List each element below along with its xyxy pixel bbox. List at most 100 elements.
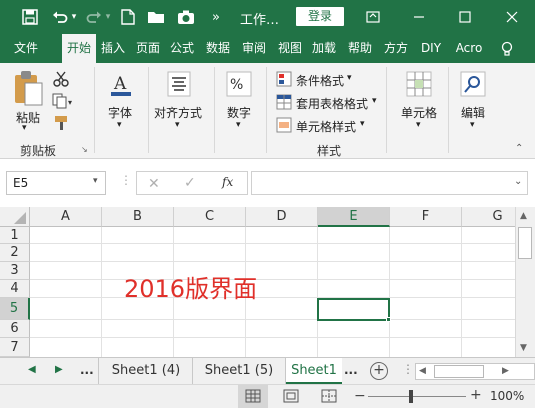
clipboard-launcher-icon[interactable]: ↘ [81,145,88,154]
search-icon[interactable] [460,71,486,97]
close-icon[interactable] [489,0,535,34]
tab-review[interactable]: 审阅 [238,34,270,63]
alignment-icon[interactable] [167,71,191,97]
editing-dropdown-icon[interactable]: ▾ [470,120,475,130]
zoom-in-icon[interactable]: + [470,387,482,403]
undo-icon[interactable] [50,7,70,27]
name-box[interactable]: E5 [6,171,106,195]
scroll-up-icon[interactable]: ▲ [520,211,527,221]
login-button[interactable]: 登录 [296,7,344,26]
undo-dropdown-icon[interactable]: ▾ [68,7,80,27]
number-label[interactable]: 数字 [227,104,251,121]
font-label[interactable]: 字体 [108,104,132,121]
tab-data[interactable]: 数据 [202,34,234,63]
normal-view-button[interactable] [238,385,268,408]
cell-styles-icon[interactable] [276,117,292,133]
sheet-tab[interactable]: Sheet1 (4) [100,358,192,384]
collapse-ribbon-icon[interactable]: ⌃ [515,143,523,154]
enter-icon[interactable]: ✓ [184,175,196,191]
insert-function-icon[interactable]: fx [222,175,233,189]
sheet-tab-active[interactable]: Sheet1 [286,358,342,384]
cells-label[interactable]: 单元格 [401,104,437,121]
scroll-thumb[interactable] [518,227,532,259]
paste-label[interactable]: 粘贴 [16,109,40,126]
row-header[interactable]: 2 [0,244,30,262]
row-header[interactable]: 3 [0,262,30,280]
tab-insert[interactable]: 插入 [98,34,128,63]
column-header[interactable]: D [246,207,318,227]
conditional-formatting-icon[interactable] [276,71,292,87]
fill-handle[interactable] [386,317,391,322]
copy-icon[interactable]: ▾ [52,93,74,109]
add-sheet-icon[interactable]: + [370,362,388,380]
redo-dropdown-icon[interactable]: ▾ [102,7,114,27]
cell-styles-dropdown-icon[interactable]: ▾ [360,119,365,129]
format-as-table-button[interactable]: 套用表格格式 [296,95,368,112]
format-painter-icon[interactable] [54,115,72,131]
paste-icon[interactable] [12,69,46,109]
save-icon[interactable] [20,7,40,27]
row-header[interactable]: 7 [0,338,30,357]
font-icon[interactable]: A [108,71,134,99]
zoom-slider-thumb[interactable] [409,390,413,403]
minimize-icon[interactable] [396,0,442,34]
tab-page-layout[interactable]: 页面 [132,34,164,63]
selected-cell[interactable] [317,298,390,321]
row-header-selected[interactable]: 5 [0,298,30,320]
column-header[interactable]: F [390,207,462,227]
row-header[interactable]: 6 [0,320,30,338]
sheet-ellipsis-left[interactable]: ... [80,363,94,377]
scroll-left-icon[interactable]: ◀ [419,366,426,376]
tab-view[interactable]: 视图 [274,34,306,63]
prev-sheet-icon[interactable]: ◀ [28,364,36,375]
row-header[interactable]: 1 [0,227,30,244]
scroll-down-icon[interactable]: ▼ [520,343,527,353]
format-as-table-icon[interactable] [276,94,292,110]
conditional-formatting-button[interactable]: 条件格式 [296,72,344,89]
select-all-corner[interactable] [0,207,30,227]
tab-acrobat[interactable]: Acro [452,34,486,63]
maximize-icon[interactable] [442,0,488,34]
camera-icon[interactable] [176,7,196,27]
zoom-level[interactable]: 100% [490,389,524,403]
new-file-icon[interactable] [118,7,138,27]
page-break-view-button[interactable] [314,385,344,408]
column-header-selected[interactable]: E [318,207,390,227]
formula-input[interactable] [251,171,528,195]
column-header[interactable]: A [30,207,102,227]
next-sheet-icon[interactable]: ▶ [55,364,63,375]
tab-fangfang[interactable]: 方方 [380,34,412,63]
zoom-out-icon[interactable]: − [354,388,366,404]
customize-quick-access-icon[interactable]: » [206,7,226,27]
font-dropdown-icon[interactable]: ▾ [117,120,122,130]
tab-file[interactable]: 文件 [6,34,46,63]
page-layout-view-button[interactable] [276,385,306,408]
horizontal-scroll-grip-icon[interactable]: ⋮ [402,362,414,376]
cells-icon[interactable] [406,71,432,97]
cells-dropdown-icon[interactable]: ▾ [416,120,421,130]
tab-diy[interactable]: DIY [414,34,448,63]
row-header[interactable]: 4 [0,280,30,298]
horizontal-scroll-thumb[interactable] [434,365,484,378]
scroll-right-icon[interactable]: ▶ [502,366,509,376]
tab-home[interactable]: 开始 [62,34,96,63]
open-folder-icon[interactable] [146,7,166,27]
expand-formula-bar-icon[interactable]: ⌄ [514,176,522,187]
sheet-tab[interactable]: Sheet1 (5) [193,358,285,384]
cancel-icon[interactable]: ✕ [148,176,160,192]
editing-label[interactable]: 编辑 [461,104,485,121]
number-format-icon[interactable]: % [226,71,252,97]
cell-styles-button[interactable]: 单元格样式 [296,118,356,135]
zoom-slider-track[interactable] [368,396,466,397]
column-header[interactable]: B [102,207,174,227]
lightbulb-icon[interactable] [494,34,520,63]
tab-addins[interactable]: 加载 [308,34,340,63]
format-as-table-dropdown-icon[interactable]: ▾ [372,96,377,106]
conditional-formatting-dropdown-icon[interactable]: ▾ [347,73,352,83]
tab-help[interactable]: 帮助 [344,34,376,63]
name-box-dropdown-icon[interactable]: ▾ [93,176,98,186]
redo-icon[interactable] [84,7,104,27]
cut-icon[interactable] [52,71,70,87]
paste-dropdown-icon[interactable]: ▾ [22,123,27,133]
column-header[interactable]: C [174,207,246,227]
